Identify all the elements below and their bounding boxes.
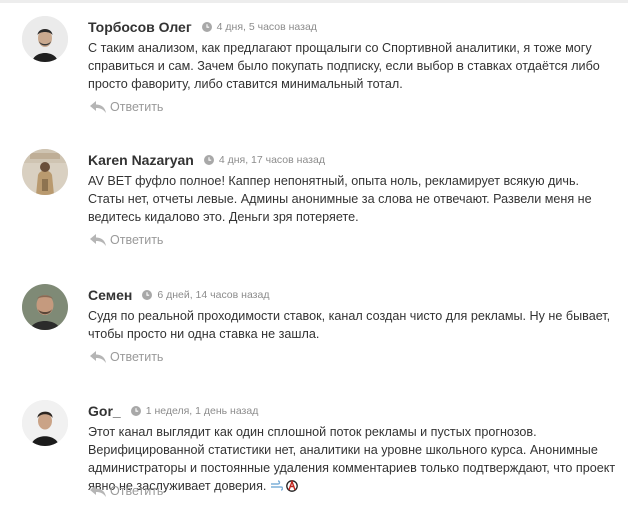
comment-time[interactable]: 1 неделя, 1 день назад (146, 405, 259, 417)
reply-arrow-icon (90, 485, 106, 497)
clock-icon (130, 406, 141, 416)
reply-label: Ответить (110, 233, 164, 247)
comment-text-block: Этот канал выглядит как один сплошной по… (88, 423, 616, 497)
reply-button[interactable]: Ответить (90, 484, 163, 498)
reply-button[interactable]: Ответить (90, 350, 163, 364)
comment-time[interactable]: 4 дня, 17 часов назад (219, 154, 325, 166)
wind-emoji-icon (270, 479, 284, 497)
avatar[interactable] (22, 149, 68, 195)
avatar[interactable] (22, 16, 68, 62)
reply-button[interactable]: Ответить (90, 233, 163, 247)
comment-text: Судя по реальной проходимости ставок, ка… (88, 309, 611, 341)
comment-meta: Karen Nazaryan 4 дня, 17 часов назад (88, 149, 325, 171)
avatar[interactable] (22, 400, 68, 446)
top-divider (0, 0, 628, 3)
comment-meta: Торбосов Олег 4 дня, 5 часов назад (88, 16, 317, 38)
clock-icon (201, 22, 212, 32)
comment-author[interactable]: Торбосов Олег (88, 19, 192, 35)
comment-author[interactable]: Gor_ (88, 403, 121, 419)
reply-label: Ответить (110, 350, 164, 364)
comment-text: Этот канал выглядит как один сплошной по… (88, 425, 616, 493)
comment-author[interactable]: Karen Nazaryan (88, 152, 194, 168)
reply-arrow-icon (90, 234, 106, 246)
comment-time[interactable]: 4 дня, 5 часов назад (217, 21, 317, 33)
reply-button[interactable]: Ответить (90, 100, 163, 114)
anarchy-emoji-icon (286, 479, 299, 497)
reply-label: Ответить (110, 100, 164, 114)
comment-author[interactable]: Семен (88, 287, 132, 303)
clock-icon (142, 290, 153, 300)
reply-arrow-icon (90, 101, 106, 113)
avatar[interactable] (22, 284, 68, 330)
comment-text: С таким анализом, как предлагают прощалы… (88, 41, 600, 91)
clock-icon (203, 155, 214, 165)
comment-meta: Семен 6 дней, 14 часов назад (88, 284, 269, 306)
reply-label: Ответить (110, 484, 164, 498)
reply-arrow-icon (90, 351, 106, 363)
comment-time[interactable]: 6 дней, 14 часов назад (157, 289, 269, 301)
comment-meta: Gor_ 1 неделя, 1 день назад (88, 400, 258, 422)
comment-text: AV BET фуфло полное! Каппер непонятный, … (88, 174, 592, 224)
